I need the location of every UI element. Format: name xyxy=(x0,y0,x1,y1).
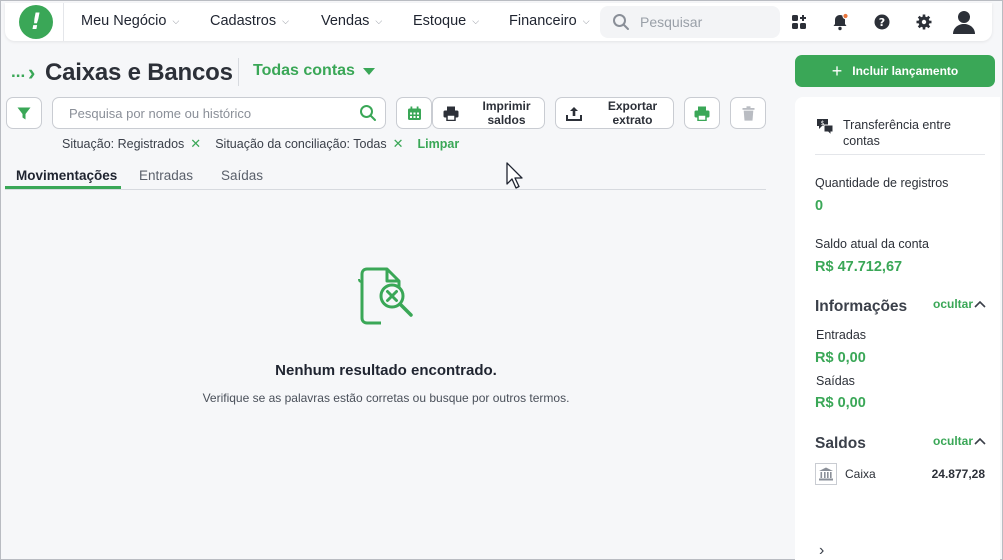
svg-text:$: $ xyxy=(821,120,825,127)
svg-text:?: ? xyxy=(879,16,885,29)
calendar-icon xyxy=(407,106,421,120)
chevron-up-icon xyxy=(974,437,986,445)
chevron-right-icon: › xyxy=(28,60,36,85)
current-balance-value: R$ 47.712,67 xyxy=(815,259,903,275)
print-balances-button[interactable]: Imprimir saldos xyxy=(432,97,545,129)
global-search[interactable] xyxy=(600,6,780,38)
clear-filters-link[interactable]: Limpar xyxy=(418,137,460,151)
filter-chip: Situação da conciliação: Todas ✕ xyxy=(215,136,403,152)
info-hide-toggle[interactable]: ocultar xyxy=(933,297,986,311)
account-name: Caixa xyxy=(845,467,876,481)
transfer-link[interactable]: $ Transferência entre contas xyxy=(815,117,963,149)
info-hide-label: ocultar xyxy=(933,297,974,311)
outflows-value: R$ 0,00 xyxy=(815,395,866,411)
balances-hide-toggle[interactable]: ocultar xyxy=(933,434,986,448)
upload-icon xyxy=(566,106,582,121)
chevron-right-icon[interactable]: › xyxy=(819,542,824,560)
page-title: Caixas e Bancos xyxy=(45,59,233,86)
filter-chip-label: Situação da conciliação: Todas xyxy=(215,137,387,151)
divider xyxy=(63,3,64,41)
calendar-button[interactable] xyxy=(396,97,432,129)
divider xyxy=(238,58,239,86)
current-balance-label: Saldo atual da conta xyxy=(815,237,929,251)
caret-down-icon xyxy=(362,67,375,75)
transfer-label: Transferência entre contas xyxy=(843,118,951,148)
apps-icon[interactable] xyxy=(789,12,809,32)
print-balances-label: Imprimir saldos xyxy=(482,99,531,127)
balance-row: Caixa 24.877,28 xyxy=(815,463,985,485)
nav-label: Cadastros xyxy=(210,13,277,29)
chevron-down-icon: ⌵ xyxy=(172,15,180,26)
account-balance: 24.877,28 xyxy=(931,467,985,481)
transactions-search-input[interactable] xyxy=(69,105,359,121)
export-statement-button[interactable]: Exportar extrato xyxy=(555,97,674,129)
inflows-value: R$ 0,00 xyxy=(815,350,866,366)
print-button[interactable] xyxy=(684,97,720,129)
close-icon[interactable]: ✕ xyxy=(393,136,404,152)
empty-state-subtitle: Verifique se as palavras estão corretas … xyxy=(202,391,570,405)
help-icon[interactable]: ? xyxy=(872,12,892,32)
mouse-cursor-icon xyxy=(506,162,523,189)
filter-chip-label: Situação: Registrados xyxy=(62,137,185,151)
account-select[interactable]: Todas contas xyxy=(253,62,375,80)
nav-estoque[interactable]: Estoque ⌵ xyxy=(413,13,479,29)
inflows-label: Entradas xyxy=(816,328,867,342)
plus-icon: + xyxy=(831,60,843,81)
chevron-down-icon: ⌵ xyxy=(375,15,383,26)
tab-entradas[interactable]: Entradas xyxy=(139,168,193,183)
nav-meu-negocio[interactable]: Meu Negócio ⌵ xyxy=(81,13,179,29)
nav-label: Estoque xyxy=(413,13,467,29)
file-search-icon xyxy=(358,267,413,325)
tab-saidas[interactable]: Saídas xyxy=(221,168,263,183)
nav-label: Financeiro xyxy=(509,13,577,29)
records-count-label: Quantidade de registros xyxy=(815,176,949,190)
add-entry-label: Incluir lançamento xyxy=(852,64,959,78)
nav-financeiro[interactable]: Financeiro ⌵ xyxy=(509,13,590,29)
top-navbar: ! Meu Negócio ⌵ Cadastros ⌵ Vendas ⌵ Estoqu… xyxy=(5,3,992,41)
delete-button[interactable] xyxy=(730,97,766,129)
printer-icon xyxy=(694,106,710,121)
filter-icon xyxy=(17,107,31,119)
filter-chip: Situação: Registrados ✕ xyxy=(62,136,201,152)
transfer-money-icon: $ xyxy=(817,119,834,135)
records-count-value: 0 xyxy=(815,198,824,214)
nav-cadastros[interactable]: Cadastros ⌵ xyxy=(210,13,289,29)
chevron-up-icon xyxy=(974,300,986,308)
nav-label: Meu Negócio xyxy=(81,13,167,29)
add-entry-button[interactable]: + Incluir lançamento xyxy=(795,55,995,87)
filter-button[interactable] xyxy=(6,97,42,129)
search-icon[interactable] xyxy=(359,104,377,122)
search-icon xyxy=(613,14,629,30)
printer-icon xyxy=(443,106,459,121)
chevron-down-icon: ⌵ xyxy=(282,15,289,26)
nav-vendas[interactable]: Vendas ⌵ xyxy=(321,13,382,29)
info-section-title: Informações xyxy=(815,298,908,315)
balances-hide-label: ocultar xyxy=(933,434,974,448)
transactions-search[interactable] xyxy=(52,97,386,129)
account-summary-panel: $ Transferência entre contas Quantidade … xyxy=(795,97,1000,560)
active-filters: Situação: Registrados ✕ Situação da conci… xyxy=(62,136,459,152)
account-select-label: Todas contas xyxy=(253,62,355,79)
gear-icon[interactable] xyxy=(914,12,934,32)
breadcrumb-back[interactable]: ... xyxy=(11,62,25,82)
empty-state-title: Nenhum resultado encontrado. xyxy=(275,362,497,379)
divider xyxy=(815,154,985,155)
global-search-input[interactable] xyxy=(640,14,770,30)
chevron-down-icon: ⌵ xyxy=(472,15,480,26)
chevron-down-icon: ⌵ xyxy=(582,15,590,26)
outflows-label: Saídas xyxy=(816,374,855,388)
balances-section-title: Saldos xyxy=(815,435,866,452)
user-avatar-icon[interactable] xyxy=(951,8,977,36)
tabs-bar: Movimentações Entradas Saídas xyxy=(5,166,766,190)
close-icon[interactable]: ✕ xyxy=(190,136,201,152)
app-logo[interactable]: ! xyxy=(19,5,53,39)
tab-movimentacoes[interactable]: Movimentações xyxy=(16,168,117,183)
bank-icon xyxy=(815,463,837,485)
export-statement-label: Exportar extrato xyxy=(607,99,658,127)
trash-icon xyxy=(742,105,754,121)
bell-icon[interactable] xyxy=(830,12,850,32)
nav-label: Vendas xyxy=(321,13,370,29)
active-tab-indicator xyxy=(5,186,121,189)
